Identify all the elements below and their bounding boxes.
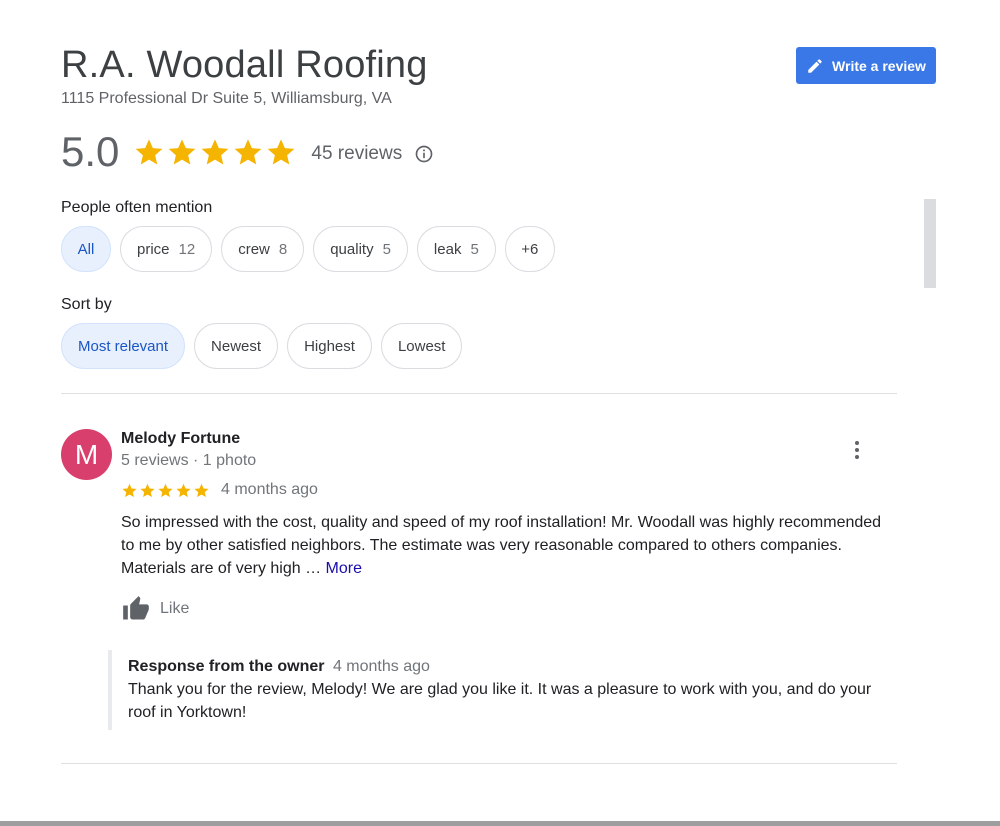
rating-stars <box>133 136 297 168</box>
owner-response-title: Response from the owner <box>128 658 325 675</box>
review-rating: 4 months ago <box>121 481 318 499</box>
pencil-icon <box>808 58 822 73</box>
owner-response-text: Thank you for the review, Melody! We are… <box>128 681 872 721</box>
chip-all[interactable]: All <box>61 226 111 272</box>
reviewer-meta: 5 reviews · 1 photo <box>121 452 257 469</box>
star-icon <box>176 483 191 497</box>
star-icon <box>136 139 163 165</box>
chip-label: crew <box>238 240 270 258</box>
chip-label: All <box>77 240 95 258</box>
chip-label: price <box>137 240 170 258</box>
info-icon[interactable] <box>414 144 434 164</box>
dot <box>855 448 859 452</box>
mention-chips: All price 12 crew 8 quality 5 leak 5 +6 <box>61 226 555 272</box>
dot <box>855 441 859 445</box>
review-text: So impressed with the cost, quality and … <box>121 511 891 580</box>
star-icon <box>122 483 137 497</box>
business-address: 1115 Professional Dr Suite 5, Williamsbu… <box>61 90 392 107</box>
like-label: Like <box>160 600 190 617</box>
review-count: 45 reviews <box>311 143 403 164</box>
sort-newest[interactable]: Newest <box>194 323 279 369</box>
chip-count: 12 <box>178 240 196 258</box>
sort-highest[interactable]: Highest <box>287 323 372 369</box>
star-icon <box>158 483 173 497</box>
reviewer-name[interactable]: Melody Fortune <box>121 430 240 448</box>
rating-summary: 5.0 45 reviews <box>61 128 434 176</box>
star-icon <box>194 483 209 497</box>
chip-quality[interactable]: quality 5 <box>313 226 408 272</box>
star-icon <box>169 139 196 165</box>
chip-crew[interactable]: crew 8 <box>221 226 305 272</box>
window-bottom-edge <box>0 821 1000 826</box>
like-button[interactable]: Like <box>121 595 189 623</box>
sort-lowest[interactable]: Lowest <box>380 323 463 369</box>
sort-option-label: Highest <box>304 337 355 355</box>
star-icon <box>140 483 155 497</box>
review-stars <box>121 482 210 499</box>
more-options-icon[interactable] <box>846 438 868 462</box>
avatar[interactable]: M <box>61 429 112 480</box>
chip-count: 8 <box>278 240 288 258</box>
sort-option-label: Lowest <box>397 337 446 355</box>
review-body: So impressed with the cost, quality and … <box>121 514 882 577</box>
star-icon <box>202 139 229 165</box>
chip-count: 5 <box>382 240 391 258</box>
star-icon <box>235 139 262 165</box>
dot <box>855 455 859 459</box>
sort-label: Sort by <box>61 296 112 313</box>
sort-chips: Most relevant Newest Highest Lowest <box>61 323 463 369</box>
mentions-label: People often mention <box>61 199 213 216</box>
divider <box>61 763 897 764</box>
more-link[interactable]: More <box>326 560 362 577</box>
star-icon <box>268 139 295 165</box>
owner-response-header: Response from the owner 4 months ago <box>128 658 898 676</box>
rating-value: 5.0 <box>61 128 120 175</box>
scrollbar-thumb[interactable] <box>924 199 936 288</box>
owner-response-age: 4 months ago <box>332 658 430 675</box>
sort-option-label: Most relevant <box>78 337 169 355</box>
divider <box>61 393 897 394</box>
chip-leak[interactable]: leak 5 <box>416 226 496 272</box>
sort-option-label: Newest <box>211 337 262 355</box>
write-review-label: Write a review <box>832 57 926 74</box>
chip-label: quality <box>330 240 374 258</box>
sort-most-relevant[interactable]: Most relevant <box>61 323 186 369</box>
chip-label: +6 <box>521 240 539 258</box>
chip-more-topics[interactable]: +6 <box>504 226 555 272</box>
chip-count: 5 <box>470 240 479 258</box>
review-age: 4 months ago <box>221 481 318 498</box>
owner-response: Response from the owner 4 months ago Tha… <box>108 650 898 730</box>
write-review-button[interactable]: Write a review <box>796 47 936 84</box>
thumbs-up-icon <box>123 596 149 620</box>
chip-label: leak <box>433 240 462 258</box>
business-name: R.A. Woodall Roofing <box>61 44 428 86</box>
chip-price[interactable]: price 12 <box>120 226 213 272</box>
